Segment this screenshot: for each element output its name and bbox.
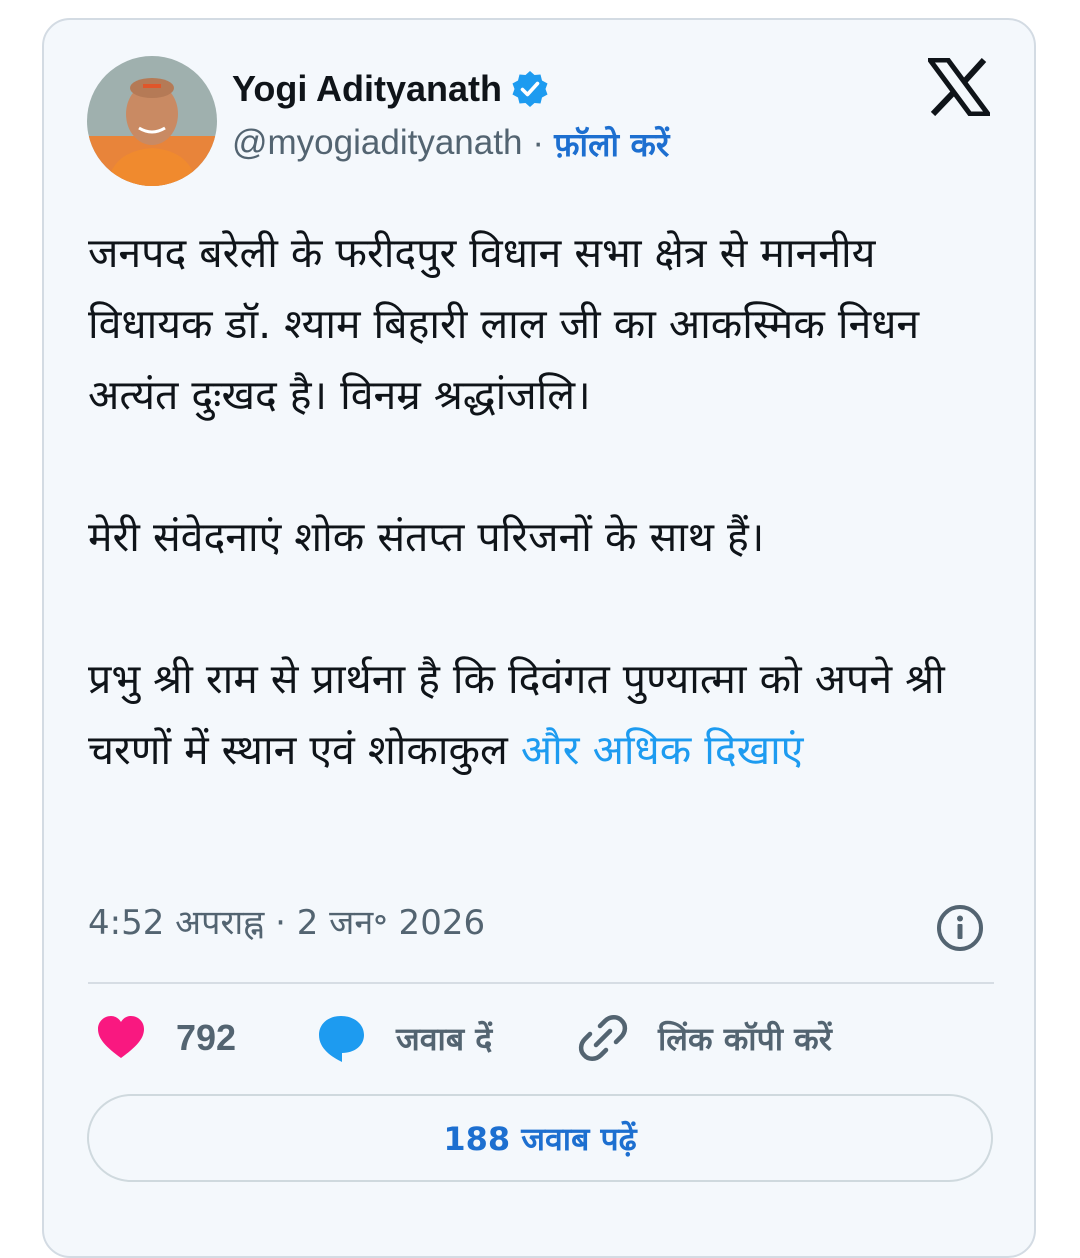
avatar[interactable]: [87, 56, 217, 186]
read-replies-button[interactable]: 188 जवाब पढ़ें: [87, 1094, 993, 1182]
heart-icon: [98, 1016, 144, 1058]
tweet-text: जनपद बरेली के फरीदपुर विधान सभा क्षेत्र …: [88, 218, 1008, 786]
speech-bubble-icon: [319, 1016, 364, 1062]
author-name-row: Yogi Adityanath: [232, 66, 550, 112]
info-icon[interactable]: [934, 902, 986, 954]
copy-link-button[interactable]: लिंक कॉपी करें: [578, 1010, 832, 1066]
tweet-paragraph: जनपद बरेली के फरीदपुर विधान सभा क्षेत्र …: [88, 229, 920, 419]
divider: [88, 982, 994, 984]
x-logo-icon[interactable]: [928, 58, 990, 116]
author-name[interactable]: Yogi Adityanath: [232, 68, 502, 110]
author-handle-row: @myogiadityanath · फ़ॉलो करें: [232, 120, 669, 166]
reply-button[interactable]: जवाब दें: [316, 1010, 492, 1066]
reply-label: जवाब दें: [396, 1019, 493, 1058]
tweet-paragraph: मेरी संवेदनाएं शोक संतप्त परिजनों के साथ…: [88, 513, 765, 561]
follow-button[interactable]: फ़ॉलो करें: [554, 121, 669, 166]
link-icon: [578, 1015, 628, 1061]
copy-link-label: लिंक कॉपी करें: [658, 1019, 832, 1058]
like-count: 792: [176, 1017, 237, 1058]
separator-dot: ·: [532, 123, 545, 162]
show-more-link[interactable]: और अधिक दिखाएं: [521, 726, 804, 774]
tweet-paragraph-last: प्रभु श्री राम से प्रार्थना है कि दिवंगत…: [88, 644, 1008, 786]
tweet-paragraph: प्रभु श्री राम से प्रार्थना है कि दिवंगत…: [88, 655, 945, 774]
verified-badge-icon: [512, 71, 548, 107]
author-handle[interactable]: @myogiadityanath: [232, 123, 522, 163]
read-replies-label: 188 जवाब पढ़ें: [443, 1119, 637, 1158]
tweet-timestamp[interactable]: 4:52 अपराह्न · 2 जन॰ 2026: [88, 898, 485, 944]
like-button[interactable]: 792: [96, 1010, 236, 1066]
